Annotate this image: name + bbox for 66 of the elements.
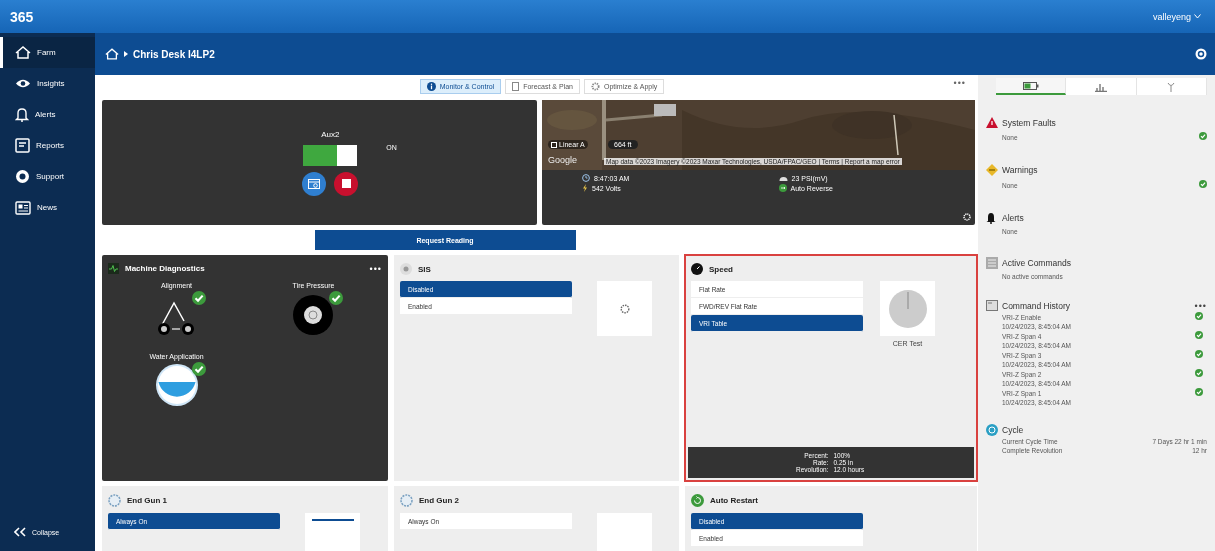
bell-icon	[986, 212, 996, 224]
sidebar-item[interactable]: Farm	[0, 37, 95, 68]
newspaper-icon	[15, 200, 31, 215]
warning-triangle-icon	[986, 117, 998, 128]
bell-icon	[15, 107, 29, 122]
stop-button[interactable]	[334, 171, 359, 196]
caret-icon	[1194, 14, 1201, 19]
eye-icon	[15, 78, 31, 89]
water-drawing	[153, 362, 200, 408]
report-icon	[15, 138, 30, 153]
section-title: System Faults	[1002, 117, 1057, 128]
home-icon	[15, 46, 31, 59]
map-provider: Google	[548, 155, 578, 165]
card-title: Speed	[709, 264, 733, 274]
section-title: Active Commands	[1002, 258, 1072, 268]
sidebar-item[interactable]: Insights	[0, 68, 95, 99]
speedometer-icon	[691, 263, 703, 275]
warning-diamond-icon	[986, 164, 998, 176]
antenna-icon	[1166, 81, 1177, 92]
sensor-icon	[400, 263, 412, 275]
stop-icon	[341, 179, 351, 188]
sidebar-item[interactable]: Reports	[0, 130, 95, 161]
sidebar-item[interactable]: Alerts	[0, 99, 95, 130]
user-menu[interactable]: valleyeng	[1146, 10, 1207, 23]
cycle-icon	[986, 424, 998, 436]
card-title: Auto Restart	[710, 496, 758, 505]
gauge-icon	[778, 174, 788, 182]
section-title: Alerts	[1002, 213, 1025, 223]
document-icon	[512, 82, 520, 91]
card-title: End Gun 2	[419, 496, 459, 505]
calendar-button[interactable]	[302, 171, 327, 196]
sidebar-item[interactable]: Support	[0, 161, 95, 192]
more-icon[interactable]: •••	[953, 78, 966, 88]
section-title: Command History	[1002, 300, 1072, 311]
card-title: End Gun 1	[127, 496, 167, 505]
sidebar-item[interactable]: News	[0, 192, 95, 223]
gear-icon	[591, 82, 600, 91]
double-chevron-icon	[14, 527, 26, 537]
more-icon[interactable]: •••	[369, 263, 382, 274]
more-icon[interactable]: •••	[1194, 300, 1207, 311]
restart-icon	[691, 494, 704, 507]
info-icon	[426, 82, 436, 91]
app-logo[interactable]: 365	[10, 8, 34, 25]
bar-chart-icon	[1095, 81, 1107, 92]
section-title: Cycle	[1002, 425, 1025, 435]
dial-icon	[887, 288, 928, 329]
list-icon	[986, 257, 998, 269]
calendar-icon	[308, 178, 321, 189]
lifebuoy-icon	[15, 169, 30, 184]
card-title: Machine Diagnostics	[125, 264, 205, 273]
section-title: Warnings	[1002, 165, 1039, 175]
pulse-icon	[108, 263, 119, 274]
chevron-icon	[124, 51, 128, 57]
history-icon	[986, 300, 998, 311]
spinner-icon	[619, 303, 630, 314]
breadcrumb-title: Chris Desk I4LP2	[133, 48, 215, 60]
clock-icon	[582, 174, 590, 182]
battery-icon	[1022, 81, 1039, 90]
panel-tab[interactable]	[996, 78, 1067, 95]
settings-icon[interactable]	[963, 213, 971, 221]
aux-toggle[interactable]	[303, 144, 358, 166]
aux-label: Aux2	[321, 129, 340, 139]
bolt-icon	[582, 184, 588, 192]
settings-icon[interactable]	[1195, 48, 1207, 60]
card-title: SIS	[418, 264, 431, 274]
home-icon[interactable]	[105, 48, 119, 60]
